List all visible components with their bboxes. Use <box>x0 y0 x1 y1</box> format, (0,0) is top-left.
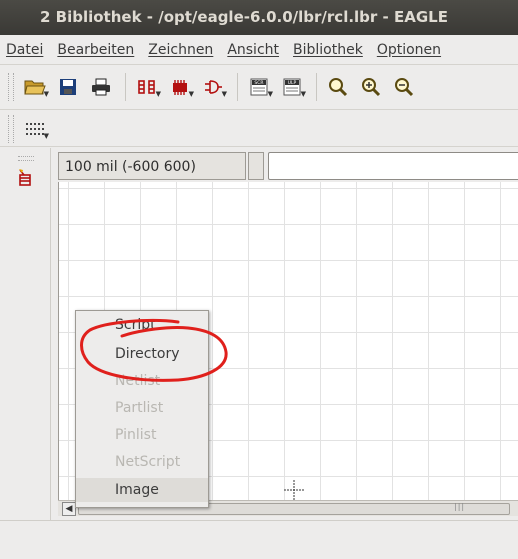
main-toolbar: ▼ ▼ ▼ ▼ SCR ▼ ULP ▼ <box>0 65 518 110</box>
device-icon <box>138 80 155 94</box>
scroll-left-button[interactable]: ◀ <box>62 502 76 516</box>
symbol-icon <box>205 80 222 94</box>
zoom-fit-button[interactable] <box>323 72 353 102</box>
script-icon-text: SCR <box>254 80 263 86</box>
info-tool-button[interactable] <box>16 168 38 190</box>
toolbar-grip[interactable] <box>8 114 14 143</box>
coordinate-bar: 100 mil (-600 600) <box>58 152 518 182</box>
ulp-icon: ULP <box>283 78 301 96</box>
ulp-icon-text: ULP <box>288 80 297 86</box>
status-text <box>8 531 508 551</box>
menu-datei[interactable]: Datei <box>6 42 43 58</box>
zoom-out-button[interactable] <box>389 72 419 102</box>
menu-bibliothek[interactable]: Bibliothek <box>293 42 363 58</box>
zoom-in-button[interactable] <box>356 72 386 102</box>
menu-item-partlist: Partlist <box>115 400 164 416</box>
zoom-in-icon <box>362 78 381 97</box>
script-icon: SCR <box>250 78 268 96</box>
menu-item-directory[interactable]: Directory <box>76 342 208 366</box>
menu-item-pinlist: Pinlist <box>115 427 157 443</box>
ulp-button[interactable]: ULP ▼ <box>277 72 307 102</box>
toolbar-grip[interactable] <box>18 156 34 161</box>
toolbar-separator <box>237 73 238 101</box>
status-bar <box>0 520 518 559</box>
open-button[interactable]: ▼ <box>20 72 50 102</box>
menu-zeichnen[interactable]: Zeichnen <box>148 42 213 58</box>
package-button[interactable]: ▼ <box>165 72 195 102</box>
toolbar-separator <box>316 73 317 101</box>
secondary-toolbar: ▼ <box>0 111 518 147</box>
menu-bearbeiten[interactable]: Bearbeiten <box>57 42 134 58</box>
menu-optionen[interactable]: Optionen <box>377 42 441 58</box>
package-icon <box>173 80 187 95</box>
print-button[interactable] <box>86 72 116 102</box>
grid-coordinate-readout: 100 mil (-600 600) <box>58 152 246 180</box>
symbol-button[interactable]: ▼ <box>198 72 228 102</box>
zoom-out-icon <box>395 78 414 97</box>
menu-item-netscript: NetScript <box>115 454 181 470</box>
toolbar-separator <box>125 73 126 101</box>
command-input[interactable] <box>268 152 518 180</box>
print-icon <box>92 78 110 96</box>
device-button[interactable]: ▼ <box>132 72 162 102</box>
menu-item-image[interactable]: Image <box>76 478 208 502</box>
grid-button[interactable]: ▼ <box>20 114 50 144</box>
crosshair-cursor <box>284 480 304 500</box>
save-icon <box>60 79 76 95</box>
grid-icon <box>26 122 44 135</box>
menu-item-script[interactable]: Script <box>76 313 208 337</box>
menu-item-netlist: Netlist <box>115 373 161 389</box>
save-button[interactable] <box>53 72 83 102</box>
zoom-fit-icon <box>329 78 348 97</box>
menu-bar: Datei Bearbeiten Zeichnen Ansicht Biblio… <box>0 36 518 65</box>
window-title: 2 Bibliothek - /opt/eagle-6.0.0/lbr/rcl.… <box>0 0 518 35</box>
script-button[interactable]: SCR ▼ <box>244 72 274 102</box>
info-tool-icon <box>19 169 31 186</box>
coordinate-separator <box>248 152 264 180</box>
scroll-grip-icon: ||| <box>454 502 466 511</box>
left-toolbar <box>0 148 51 520</box>
toolbar-grip[interactable] <box>8 73 14 101</box>
context-menu: Script Directory Netlist Partlist Pinlis… <box>75 310 209 508</box>
menu-ansicht[interactable]: Ansicht <box>227 42 279 58</box>
